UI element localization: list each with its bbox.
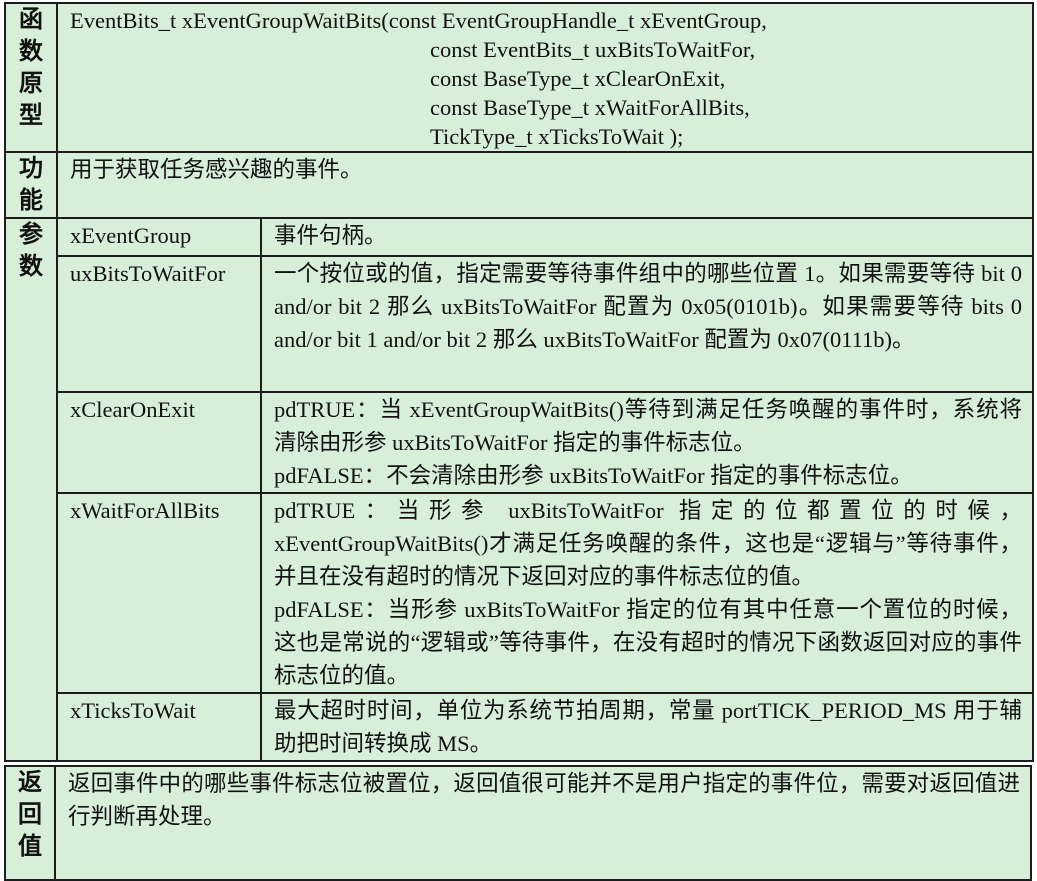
function-spec-table: 函 数 原 型 EventBits_t xEventGroupWaitBits(… xyxy=(4,2,1034,762)
prototype-header-char: 原 xyxy=(19,71,43,97)
param-description: 最大超时时间，单位为系统节拍周期，常量 portTICK_PERIOD_MS 用… xyxy=(260,692,1034,762)
param-description-text: pdTRUE：当 xEventGroupWaitBits()等待到满足任务唤醒的… xyxy=(274,397,1022,455)
prototype-line: const EventBits_t uxBitsToWaitFor, xyxy=(430,37,756,62)
param-row: xWaitForAllBits pdTRUE：当形参 uxBitsToWaitF… xyxy=(5,492,1034,694)
prototype-header-char: 函 xyxy=(19,7,43,33)
prototype-line: const BaseType_t xWaitForAllBits, xyxy=(430,95,750,120)
prototype-line: const BaseType_t xClearOnExit, xyxy=(430,66,726,91)
function-description: 用于获取任务感兴趣的事件。 xyxy=(56,151,1034,219)
params-header-char: 数 xyxy=(19,254,43,280)
params-header-char: 参 xyxy=(19,222,43,248)
return-header: 返 回 值 xyxy=(4,765,56,881)
api-doc-page: 函 数 原 型 EventBits_t xEventGroupWaitBits(… xyxy=(0,0,1037,881)
function-row: 功 能 用于获取任务感兴趣的事件。 xyxy=(4,151,1034,219)
params-header: 参 数 xyxy=(4,217,58,762)
return-header-char: 回 xyxy=(18,802,42,828)
param-description: 一个按位或的值，指定需要等待事件组中的哪些位置 1。如果需要等待 bit 0 a… xyxy=(260,255,1034,393)
param-name: xTicksToWait xyxy=(56,692,262,762)
function-header: 功 能 xyxy=(4,151,58,219)
param-description-text: pdTRUE：当形参 uxBitsToWaitFor 指定的位都置位的时候，xE… xyxy=(274,498,1022,589)
prototype-row: 函 数 原 型 EventBits_t xEventGroupWaitBits(… xyxy=(4,2,1034,153)
function-header-char: 功 xyxy=(19,156,43,182)
param-name: uxBitsToWaitFor xyxy=(56,255,262,393)
param-name: xClearOnExit xyxy=(56,391,262,494)
return-row: 返 回 值 返回事件中的哪些事件标志位被置位，返回值很可能并不是用户指定的事件位… xyxy=(4,765,1032,881)
prototype-line: EventBits_t xEventGroupWaitBits(const Ev… xyxy=(70,8,767,33)
param-row: uxBitsToWaitFor 一个按位或的值，指定需要等待事件组中的哪些位置 … xyxy=(5,255,1034,393)
prototype-line: TickType_t xTicksToWait ); xyxy=(430,124,684,149)
param-description-text: 最大超时时间，单位为系统节拍周期，常量 portTICK_PERIOD_MS 用… xyxy=(274,698,1022,756)
param-description-text: pdFALSE：当形参 uxBitsToWaitFor 指定的位有其中任意一个置… xyxy=(274,597,1022,688)
return-header-char: 返 xyxy=(18,770,42,796)
param-name: xEventGroup xyxy=(56,217,262,257)
return-value-table: 返 回 值 返回事件中的哪些事件标志位被置位，返回值很可能并不是用户指定的事件位… xyxy=(4,765,1032,881)
param-description: pdTRUE：当形参 uxBitsToWaitFor 指定的位都置位的时候，xE… xyxy=(260,492,1034,694)
prototype-cell: EventBits_t xEventGroupWaitBits(const Ev… xyxy=(56,2,1034,153)
param-name: xWaitForAllBits xyxy=(56,492,262,694)
prototype-header: 函 数 原 型 xyxy=(4,2,58,153)
param-row: xTicksToWait 最大超时时间，单位为系统节拍周期，常量 portTIC… xyxy=(5,692,1034,762)
param-description: pdTRUE：当 xEventGroupWaitBits()等待到满足任务唤醒的… xyxy=(260,391,1034,494)
param-row: xClearOnExit pdTRUE：当 xEventGroupWaitBit… xyxy=(5,391,1034,494)
prototype-header-char: 数 xyxy=(19,39,43,65)
function-header-char: 能 xyxy=(19,188,43,214)
prototype-header-char: 型 xyxy=(19,103,43,129)
return-header-char: 值 xyxy=(18,834,42,860)
return-description: 返回事件中的哪些事件标志位被置位，返回值很可能并不是用户指定的事件位，需要对返回… xyxy=(54,765,1032,881)
param-description-text: pdFALSE：不会清除由形参 uxBitsToWaitFor 指定的事件标志位… xyxy=(274,463,913,488)
param-description: 事件句柄。 xyxy=(260,217,1034,257)
param-row: 参 数 xEventGroup 事件句柄。 xyxy=(4,217,1034,762)
param-description-text: 事件句柄。 xyxy=(274,223,387,248)
param-description-text: 一个按位或的值，指定需要等待事件组中的哪些位置 1。如果需要等待 bit 0 a… xyxy=(274,261,1022,352)
